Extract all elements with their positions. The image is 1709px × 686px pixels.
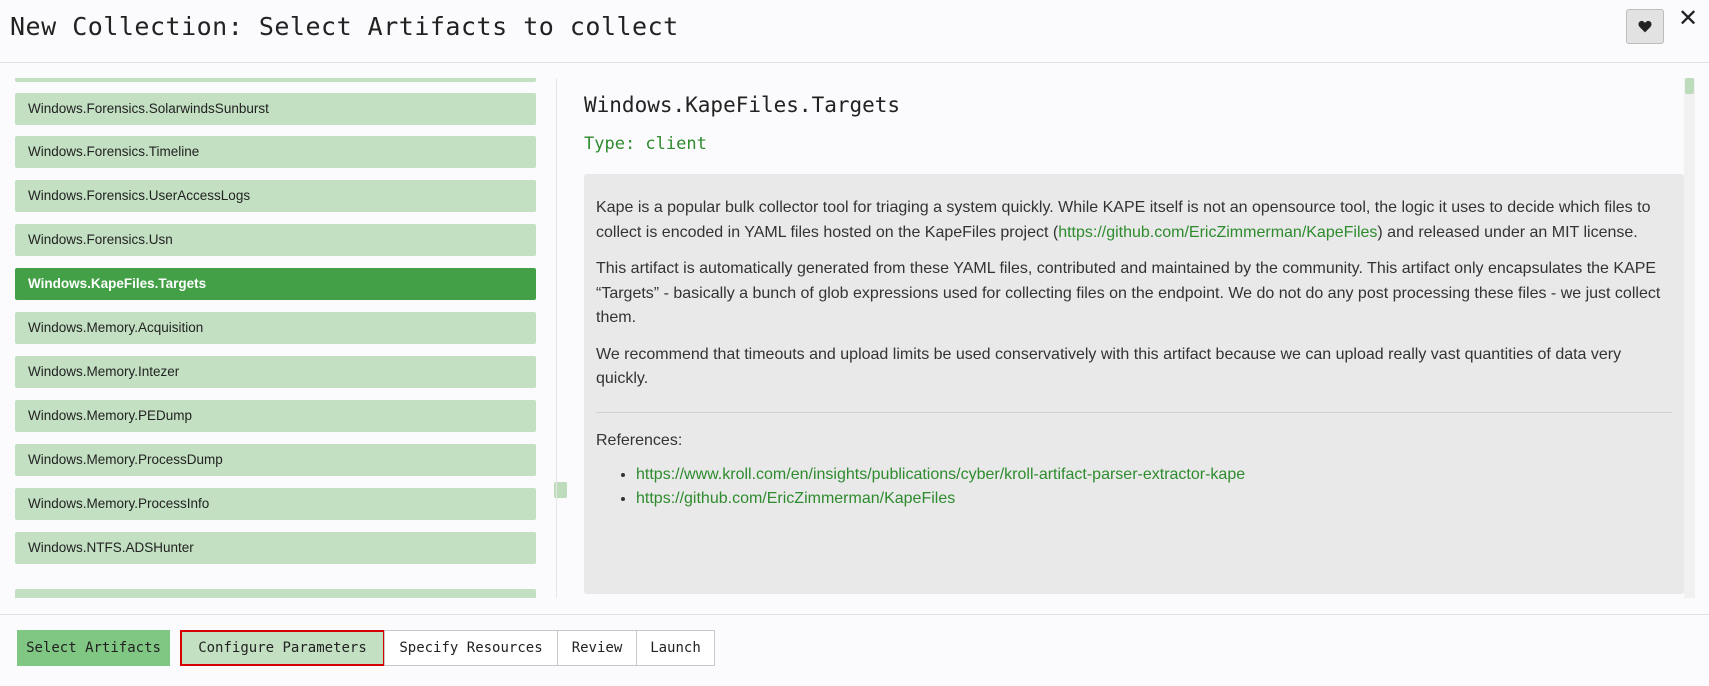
list-item-selected[interactable]: Windows.KapeFiles.Targets bbox=[15, 268, 536, 300]
references-list: https://www.kroll.com/en/insights/public… bbox=[596, 463, 1672, 511]
list-item-partial[interactable] bbox=[15, 78, 536, 82]
reference-link[interactable]: https://github.com/EricZimmerman/KapeFil… bbox=[636, 490, 955, 507]
close-icon[interactable]: ✕ bbox=[1676, 6, 1700, 32]
artifact-description: Kape is a popular bulk collector tool fo… bbox=[584, 174, 1684, 594]
dialog-header: New Collection: Select Artifacts to coll… bbox=[0, 0, 1709, 63]
detail-scrollbar-thumb[interactable] bbox=[1685, 78, 1694, 94]
description-paragraph: This artifact is automatically generated… bbox=[596, 260, 1661, 326]
list-item[interactable]: Windows.Memory.ProcessDump bbox=[15, 444, 536, 476]
list-item[interactable]: Windows.Forensics.Timeline bbox=[15, 136, 536, 168]
kapefiles-link[interactable]: https://github.com/EricZimmerman/KapeFil… bbox=[1058, 224, 1377, 241]
reference-link[interactable]: https://www.kroll.com/en/insights/public… bbox=[636, 466, 1245, 483]
list-item[interactable]: Windows.NTFS.ADSHunter bbox=[15, 532, 536, 564]
references-label: References: bbox=[596, 431, 683, 449]
step-launch[interactable]: Launch bbox=[636, 630, 715, 666]
list-item[interactable]: Windows.Memory.PEDump bbox=[15, 400, 536, 432]
reference-item: https://www.kroll.com/en/insights/public… bbox=[636, 463, 1672, 487]
artifact-type: Type: client bbox=[584, 134, 707, 154]
description-paragraph: We recommend that timeouts and upload li… bbox=[596, 345, 1622, 388]
list-item[interactable]: Windows.Forensics.UserAccessLogs bbox=[15, 180, 536, 212]
divider bbox=[596, 411, 1672, 413]
list-item-partial[interactable] bbox=[15, 589, 536, 598]
heart-icon bbox=[1638, 20, 1652, 33]
list-item[interactable]: Windows.Memory.Acquisition bbox=[15, 312, 536, 344]
step-review[interactable]: Review bbox=[557, 630, 637, 666]
reference-item: https://github.com/EricZimmerman/KapeFil… bbox=[636, 487, 1672, 511]
step-specify-resources[interactable]: Specify Resources bbox=[384, 630, 558, 666]
detail-scrollbar[interactable] bbox=[1684, 78, 1695, 598]
list-item[interactable]: Windows.Forensics.SolarwindsSunburst bbox=[15, 93, 536, 125]
favorite-button[interactable] bbox=[1626, 9, 1664, 44]
list-item[interactable]: Windows.Forensics.Usn bbox=[15, 224, 536, 256]
artifact-detail-panel: Windows.KapeFiles.Targets Type: client K… bbox=[556, 78, 1684, 598]
dialog-title: New Collection: Select Artifacts to coll… bbox=[10, 12, 679, 41]
list-item[interactable]: Windows.Memory.Intezer bbox=[15, 356, 536, 388]
artifact-title: Windows.KapeFiles.Targets bbox=[584, 93, 901, 117]
description-paragraph: Kape is a popular bulk collector tool fo… bbox=[596, 199, 1651, 241]
artifact-list: Windows.Forensics.SolarwindsSunburst Win… bbox=[0, 78, 550, 598]
step-select-artifacts[interactable]: Select Artifacts bbox=[17, 630, 170, 666]
list-item[interactable]: Windows.Memory.ProcessInfo bbox=[15, 488, 536, 520]
step-configure-parameters[interactable]: Configure Parameters bbox=[180, 630, 385, 666]
